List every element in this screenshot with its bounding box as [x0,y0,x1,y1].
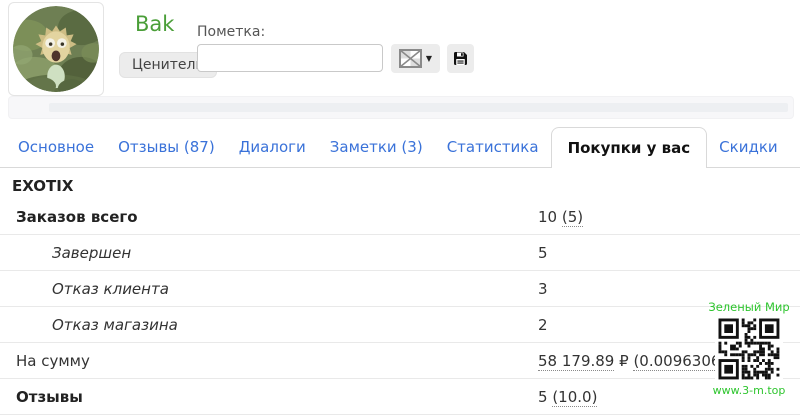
table-row: Отзывы 5 (10.0) [0,379,800,415]
qr-code [715,316,783,382]
row-value: 10 (5) [538,208,583,226]
tab-bar: ОсновноеОтзывы (87)ДиалогиЗаметки (3)Ста… [0,127,800,168]
purchases-table: Заказов всего 10 (5) Завершен 5 Отказ клиент… [0,199,800,415]
tab-5[interactable]: Покупки у вас [551,127,708,168]
row-value: 5 (10.0) [538,388,597,406]
collapsed-info-bar-fill [49,103,788,112]
avatar[interactable] [13,6,99,92]
row-label: Отказ магазина [0,316,178,334]
avatar-card [8,2,104,96]
row-value-text: ₽ [614,352,633,370]
row-value: 5 [538,244,548,262]
image-select-dropdown[interactable]: ▼ [391,44,440,73]
table-row: Отказ магазина 2 [0,307,800,343]
floppy-disk-icon [453,51,468,66]
row-value-text: 2 [538,316,548,334]
tab-0[interactable]: Основное [6,127,106,167]
table-row: Заказов всего 10 (5) [0,199,800,235]
chevron-down-icon: ▼ [426,55,432,63]
row-label: Заказов всего [0,208,138,226]
watermark-url: www.3-m.top [706,384,792,397]
row-value-text: 5 [538,244,548,262]
watermark: Зеленый Мир www.3-m.top [706,300,792,397]
row-value-text: 10 [538,208,562,226]
tab-1[interactable]: Отзывы (87) [106,127,227,167]
save-note-button[interactable] [447,44,474,73]
row-value-tooltip[interactable]: (10.0) [552,388,597,407]
tab-4[interactable]: Статистика [435,127,551,167]
collapsed-info-bar [8,96,794,119]
table-row: Завершен 5 [0,235,800,271]
row-value: 2 [538,316,548,334]
user-name: Bak [135,12,174,36]
row-value: 3 [538,280,548,298]
tab-3[interactable]: Заметки (3) [318,127,435,167]
tab-6[interactable]: Скидки [707,127,789,167]
row-value-tooltip[interactable]: 58 179.89 [538,352,614,371]
tab-2[interactable]: Диалоги [227,127,318,167]
row-value-tooltip[interactable]: (5) [562,208,583,227]
note-label: Пометка: [197,24,265,40]
row-value-text: 3 [538,280,548,298]
broken-image-icon [399,49,422,68]
row-value-text: 5 [538,388,552,406]
watermark-title: Зеленый Мир [706,300,792,314]
table-row: На сумму58 179.89 ₽ (0.00963064 B [0,343,800,379]
row-label: На сумму [0,352,90,370]
row-label: Отказ клиента [0,280,169,298]
note-input[interactable] [197,44,383,72]
shop-name: EXOTIX [12,177,73,195]
table-row: Отказ клиента 3 [0,271,800,307]
row-label: Завершен [0,244,131,262]
row-label: Отзывы [0,388,83,406]
